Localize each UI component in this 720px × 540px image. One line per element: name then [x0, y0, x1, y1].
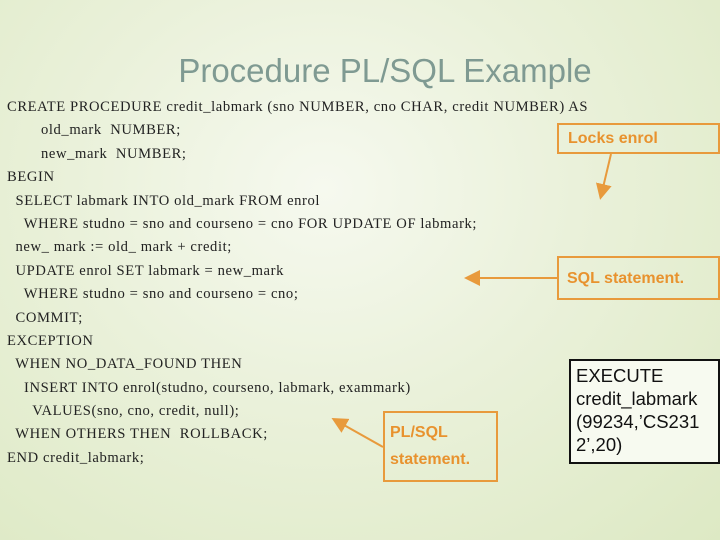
- code-line: new_mark NUMBER;: [7, 145, 187, 162]
- code-line: WHERE studno = sno and courseno = cno FO…: [7, 215, 478, 232]
- execute-box: EXECUTE credit_labmark (99234,’CS231 2’,…: [569, 359, 720, 464]
- locks-enrol-label: Locks enrol: [568, 130, 658, 147]
- slide-title: Procedure PL/SQL Example: [178, 52, 592, 89]
- code-line: COMMIT;: [7, 309, 83, 326]
- code-line: BEGIN: [7, 169, 55, 186]
- execute-line: (99234,’CS231: [576, 411, 700, 432]
- execute-line: 2’,20): [576, 434, 623, 455]
- code-line: UPDATE enrol SET labmark = new_mark: [7, 262, 284, 279]
- code-line: SELECT labmark INTO old_mark FROM enrol: [7, 192, 321, 209]
- execute-line: credit_labmark: [576, 388, 698, 409]
- code-line: INSERT INTO enrol(studno, courseno, labm…: [7, 379, 411, 396]
- sql-statement-callout: SQL statement.: [557, 256, 720, 300]
- execute-line: EXECUTE: [576, 365, 664, 386]
- plsql-label-line1: PL/SQL: [390, 424, 448, 441]
- locks-arrow: [595, 153, 612, 200]
- locks-enrol-callout: Locks enrol: [557, 123, 720, 154]
- code-line: WHEN NO_DATA_FOUND THEN: [7, 356, 243, 373]
- code-line: VALUES(sno, cno, credit, null);: [7, 403, 240, 420]
- code-line: CREATE PROCEDURE credit_labmark (sno NUM…: [7, 99, 589, 115]
- code-line: EXCEPTION: [7, 332, 94, 349]
- plsql-statement-callout: PL/SQL statement.: [383, 411, 498, 482]
- code-line: END credit_labmark;: [7, 449, 145, 466]
- sql-statement-label: SQL statement.: [567, 270, 685, 287]
- code-line: WHEN OTHERS THEN ROLLBACK;: [7, 426, 268, 443]
- code-block: CREATE PROCEDURE credit_labmark (sno NUM…: [7, 96, 588, 470]
- plsql-label-line2: statement.: [390, 451, 471, 468]
- code-line: old_mark NUMBER;: [7, 122, 181, 139]
- code-line: new_ mark := old_ mark + credit;: [7, 239, 232, 256]
- code-line: WHERE studno = sno and courseno = cno;: [7, 286, 299, 303]
